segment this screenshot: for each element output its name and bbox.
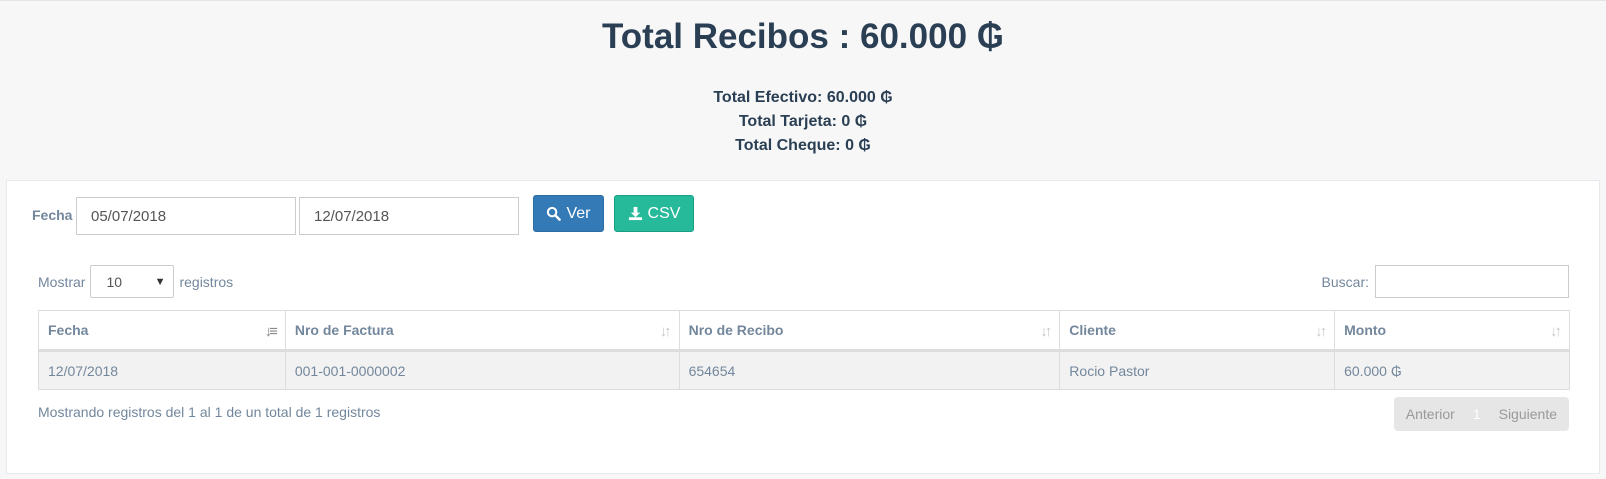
next-button[interactable]: Siguiente [1487,406,1569,422]
cell-cliente: Rocio Pastor [1059,350,1336,390]
cell-monto: 60.000 ₲ [1334,350,1570,390]
search-control: Buscar: [1322,265,1569,298]
pagination: Anterior 1 Siguiente [1393,397,1569,431]
page-title: Total Recibos : 60.000 ₲ [602,17,1004,56]
page-size-control: Mostrar 10 ▼ registros [38,265,233,298]
table-header-row: Fecha ↓≡ Nro de Factura ↓↑ Nro de Recibo ↓↑… [38,310,1570,352]
download-icon [628,206,643,221]
table-info: Mostrando registros del 1 al 1 de un tot… [38,404,381,420]
cell-factura: 001-001-0000002 [284,350,680,390]
date-from-input[interactable] [76,197,296,235]
total-tarjeta: Total Tarjeta: 0 ₲ [738,113,868,130]
column-header-factura[interactable]: Nro de Factura ↓↑ [284,310,680,352]
column-header-monto[interactable]: Monto ↓↑ [1334,310,1570,352]
column-header-fecha[interactable]: Fecha ↓≡ [38,310,286,352]
show-prefix: Mostrar [38,273,86,290]
sort-icon: ↓↑ [1550,323,1562,340]
sort-asc-icon: ↓≡ [264,323,278,340]
page-1-button[interactable]: 1 [1467,406,1487,422]
sort-icon: ↓↑ [1040,323,1052,340]
search-label: Buscar: [1321,273,1369,290]
ver-button[interactable]: Ver [533,195,604,232]
sort-icon: ↓↑ [1315,323,1327,340]
cell-recibo: 654654 [678,350,1061,390]
table-row: 12/07/2018 001-001-0000002 654654 Rocio … [38,350,1570,390]
receipts-panel: Fecha Ver CSV Mostrar 10 ▼ registros Bus… [6,180,1600,474]
total-efectivo: Total Efectivo: 60.000 ₲ [713,89,893,106]
column-header-recibo[interactable]: Nro de Recibo ↓↑ [678,310,1061,352]
total-cheque: Total Cheque: 0 ₲ [735,137,871,154]
search-input[interactable] [1375,265,1569,298]
column-header-cliente[interactable]: Cliente ↓↑ [1059,310,1336,352]
summary-section: Total Recibos : 60.000 ₲ Total Efectivo:… [0,1,1606,179]
prev-button[interactable]: Anterior [1394,406,1467,422]
csv-button-label: CSV [647,204,681,222]
show-suffix: registros [179,273,234,290]
date-to-input[interactable] [299,197,519,235]
fecha-label: Fecha [32,207,73,223]
ver-button-label: Ver [566,204,591,222]
search-icon [546,206,562,221]
page-size-select[interactable]: 10 ▼ [90,265,175,298]
totals-breakdown: Total Efectivo: 60.000 ₲ Total Tarjeta: … [0,86,1606,158]
receipts-table: Fecha ↓≡ Nro de Factura ↓↑ Nro de Recibo ↓↑… [38,310,1570,390]
csv-button[interactable]: CSV [614,195,694,232]
sort-icon: ↓↑ [659,323,672,340]
page-size-value: 10 [106,273,123,290]
chevron-down-icon: ▼ [154,275,166,288]
cell-fecha: 12/07/2018 [38,350,286,390]
